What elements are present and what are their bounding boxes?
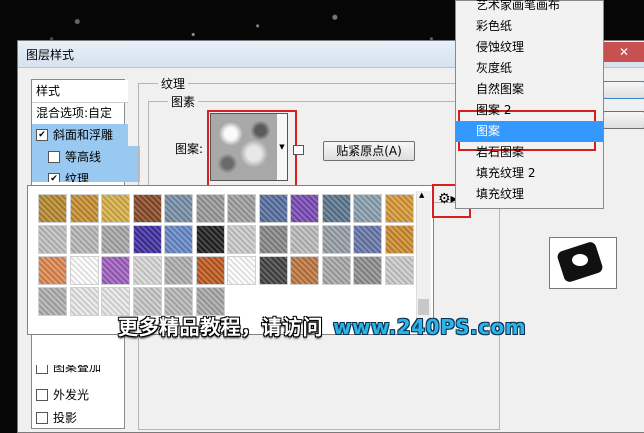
pattern-tile[interactable] <box>290 225 319 254</box>
scroll-up-arrow-icon[interactable]: ▲ <box>419 191 424 199</box>
style-item-label: 斜面和浮雕 <box>53 128 114 142</box>
pattern-tile[interactable] <box>164 225 193 254</box>
pattern-tile[interactable] <box>101 194 130 223</box>
menu-item[interactable]: 图案 2 <box>456 100 603 121</box>
pattern-tile[interactable] <box>353 225 382 254</box>
pattern-overlay-checkbox[interactable] <box>36 365 48 374</box>
pattern-tile[interactable] <box>353 256 382 285</box>
menu-item[interactable]: 自然图案 <box>456 79 603 100</box>
menu-item[interactable]: 填充纹理 2 <box>456 163 603 184</box>
watermark-text: 更多精品教程，请访问 <box>118 315 323 339</box>
drop-shadow-checkbox[interactable] <box>36 411 48 424</box>
pattern-tile[interactable] <box>227 194 256 223</box>
elements-subgroup-title: 图素 <box>168 93 199 110</box>
new-preset-icon[interactable] <box>293 145 304 155</box>
pattern-tile[interactable] <box>164 287 193 316</box>
pattern-tile[interactable] <box>132 287 162 316</box>
style-item-texture[interactable]: ✔ 纹理 <box>32 168 140 182</box>
pattern-tile[interactable] <box>195 256 225 285</box>
pattern-tile[interactable] <box>290 256 319 285</box>
pattern-tile[interactable] <box>258 194 288 223</box>
pattern-tile[interactable] <box>69 256 99 285</box>
pattern-tile[interactable] <box>195 225 225 254</box>
styles-header[interactable]: 样式 <box>32 80 128 103</box>
watermark-url: www.240PS.com <box>333 315 527 339</box>
texture-checkbox[interactable]: ✔ <box>48 172 60 182</box>
pattern-tile[interactable] <box>101 225 130 254</box>
menu-item[interactable]: 填充纹理 <box>456 184 603 205</box>
pattern-tile[interactable] <box>164 194 193 223</box>
picker-scrollbar[interactable]: ▲ <box>416 191 431 331</box>
style-item-drop-shadow[interactable]: 投影 <box>32 407 128 429</box>
contour-checkbox[interactable] <box>48 150 60 163</box>
style-item-label: 外发光 <box>53 388 90 402</box>
pattern-label: 图案: <box>175 142 204 156</box>
menu-item[interactable]: 彩色纸 <box>456 16 603 37</box>
pattern-tile[interactable] <box>132 194 162 223</box>
pattern-tile[interactable] <box>132 225 162 254</box>
style-item-label: 纹理 <box>65 172 90 182</box>
menu-item[interactable]: 艺术家画笔画布 <box>456 0 603 16</box>
close-icon[interactable]: ✕ <box>603 42 644 62</box>
pattern-tile[interactable] <box>227 256 256 285</box>
style-item-bevel-emboss[interactable]: ✔ 斜面和浮雕 <box>32 124 128 146</box>
pattern-tile[interactable] <box>164 256 193 285</box>
style-preview-thumbnail <box>549 237 617 289</box>
pattern-tile[interactable] <box>38 225 67 254</box>
menu-item[interactable]: 图案 <box>456 121 603 142</box>
pattern-tile[interactable] <box>321 225 351 254</box>
pattern-tile[interactable] <box>132 256 162 285</box>
style-item-blending-options[interactable]: 混合选项:自定 <box>32 102 128 124</box>
pattern-tile[interactable] <box>69 194 99 223</box>
pattern-tile[interactable] <box>258 256 288 285</box>
menu-item[interactable]: 灰度纸 <box>456 58 603 79</box>
snap-to-origin-button[interactable]: 贴紧原点(A) <box>323 141 415 161</box>
pattern-tile[interactable] <box>38 256 67 285</box>
pattern-tile[interactable] <box>69 287 99 316</box>
pattern-tile[interactable] <box>195 194 225 223</box>
pattern-tile[interactable] <box>384 194 414 223</box>
style-item-label: 投影 <box>53 411 78 425</box>
pattern-tile[interactable] <box>321 194 351 223</box>
pattern-tile[interactable] <box>101 256 130 285</box>
texture-group-title: 纹理 <box>158 75 189 92</box>
style-item-pattern-overlay[interactable]: 图案叠加 <box>32 365 128 381</box>
pattern-tile[interactable] <box>69 225 99 254</box>
annotation-box-pattern <box>207 110 297 187</box>
pattern-tile[interactable] <box>290 194 319 223</box>
style-item-contour[interactable]: 等高线 <box>32 146 140 168</box>
style-item-outer-glow[interactable]: 外发光 <box>32 384 128 406</box>
pattern-tile[interactable] <box>384 225 414 254</box>
pattern-tile[interactable] <box>258 225 288 254</box>
menu-item[interactable]: 岩石图案 <box>456 142 603 163</box>
pattern-tile[interactable] <box>353 194 382 223</box>
pattern-tile[interactable] <box>384 256 414 285</box>
pattern-tile[interactable] <box>101 287 130 316</box>
pattern-tile[interactable] <box>195 287 225 316</box>
bevel-emboss-checkbox[interactable]: ✔ <box>36 128 48 141</box>
dialog-title: 图层样式 <box>26 48 75 62</box>
pattern-tile[interactable] <box>38 194 67 223</box>
style-item-label: 等高线 <box>65 150 102 164</box>
menu-item[interactable]: 侵蚀纹理 <box>456 37 603 58</box>
outer-glow-checkbox[interactable] <box>36 388 48 401</box>
pattern-tile[interactable] <box>227 225 256 254</box>
cancel-button[interactable] <box>603 111 644 129</box>
pattern-tile[interactable] <box>321 256 351 285</box>
ok-button[interactable] <box>603 81 644 99</box>
style-item-label: 图案叠加 <box>53 365 102 374</box>
pattern-tile[interactable] <box>38 287 67 316</box>
